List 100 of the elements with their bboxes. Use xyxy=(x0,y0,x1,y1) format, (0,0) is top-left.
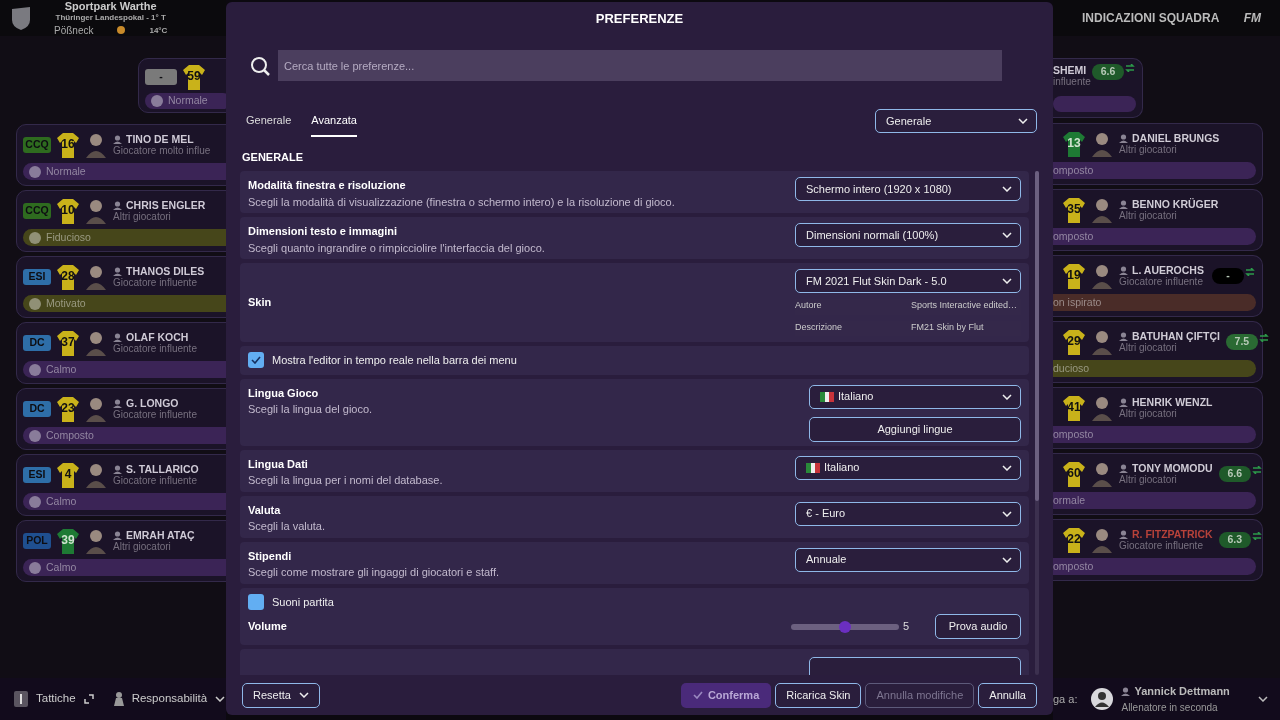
player-role: Altri giocatori xyxy=(113,211,172,224)
person-icon xyxy=(1119,265,1128,275)
jersey: 16 xyxy=(57,132,79,159)
caret-icon xyxy=(1002,510,1012,517)
avatar-icon xyxy=(1091,131,1113,158)
responsibility-button[interactable]: Responsabilità xyxy=(113,690,226,708)
player-role: Altri giocatori xyxy=(1119,408,1178,421)
reset-button[interactable]: Resetta xyxy=(242,682,320,708)
player-name: S. TALLARICO xyxy=(126,463,199,476)
person-icon xyxy=(1119,199,1128,209)
avatar-icon xyxy=(1091,527,1113,554)
dropdown[interactable]: Generale xyxy=(875,109,1037,134)
brand-logo: FM xyxy=(1243,10,1261,27)
jersey: 13 xyxy=(1063,131,1085,158)
position-badge: DC xyxy=(23,401,51,418)
caret-icon xyxy=(1002,556,1012,563)
dropdown[interactable]: € - Euro xyxy=(795,501,1021,526)
report-label: ga a: xyxy=(1053,691,1078,707)
setting-description: Scegli la valuta. xyxy=(248,519,326,534)
avatar-icon xyxy=(1091,688,1114,710)
dialog-button[interactable]: Ricarica Skin xyxy=(775,682,862,708)
person-icon xyxy=(1119,133,1128,143)
setting-title: Stipendi xyxy=(248,548,293,564)
player-role: influente xyxy=(1053,76,1091,88)
dropdown[interactable]: Italiano xyxy=(809,384,1021,409)
position-badge: ESI xyxy=(23,269,51,286)
position-badge: CCQ xyxy=(23,137,51,154)
person-icon xyxy=(1121,687,1131,696)
player-role: Giocatore influente xyxy=(113,277,198,290)
detail-value: FM21 Skin by Flut xyxy=(911,320,984,334)
setting-description: Scegli la lingua per i nomi del database. xyxy=(248,473,443,488)
player-name: THANOS DILES xyxy=(126,265,205,278)
search-field[interactable]: Cerca tutte le preferenze... xyxy=(278,50,1002,81)
jersey: 35 xyxy=(1063,197,1085,224)
person-icon xyxy=(113,266,122,276)
caret-icon xyxy=(1002,464,1012,471)
shield-logo xyxy=(10,6,32,30)
dropdown[interactable]: Dimensioni normali (100%) xyxy=(795,223,1021,247)
checkbox[interactable] xyxy=(248,352,264,369)
city-name: Pößneck xyxy=(54,24,94,36)
detail-label: Descrizione xyxy=(795,320,844,334)
caret-icon xyxy=(1002,232,1012,238)
player-name: SHEMI xyxy=(1053,64,1088,76)
avatar-icon xyxy=(1091,461,1113,488)
tab[interactable]: Avanzata xyxy=(311,106,357,137)
person-icon xyxy=(113,134,122,144)
dialog-title: PREFERENZE xyxy=(595,10,684,29)
player-role: Giocatore influente xyxy=(1119,540,1204,553)
avatar-icon xyxy=(1091,263,1113,290)
mood-icon xyxy=(29,429,41,442)
dropdown[interactable]: FM 2021 Flut Skin Dark - 5.0 xyxy=(795,269,1021,293)
detail-value: Sports Interactive edited… xyxy=(911,299,1018,312)
avatar-icon xyxy=(85,396,107,423)
avatar-icon xyxy=(85,528,107,555)
check-icon xyxy=(251,356,261,365)
mood-icon xyxy=(29,297,41,310)
rating-badge: 6.6 xyxy=(1092,64,1124,80)
person-icon xyxy=(113,332,122,342)
tactics-button[interactable]: Tattiche xyxy=(14,690,94,708)
position-badge: POL xyxy=(23,533,51,550)
mood-label: omposto xyxy=(1053,162,1094,178)
mood-label: ormale xyxy=(1053,492,1086,508)
staff-icon xyxy=(113,692,124,706)
avatar-icon xyxy=(1091,329,1113,356)
dropdown[interactable]: Italiano xyxy=(795,455,1021,480)
mood-label: Calmo xyxy=(46,361,77,377)
mood-label: on ispirato xyxy=(1053,294,1102,310)
player-name: TONY MOMODU xyxy=(1132,462,1213,475)
avatar-icon xyxy=(1091,197,1113,224)
check-icon xyxy=(692,691,703,699)
setting-title: Volume xyxy=(248,619,287,635)
mood-label: Composto xyxy=(46,427,94,443)
jersey: 41 xyxy=(1063,395,1085,422)
checkbox-label: Suoni partita xyxy=(272,594,334,610)
setting-title: Lingua Gioco xyxy=(248,385,320,401)
person-icon xyxy=(113,398,122,408)
setting-title: Valuta xyxy=(248,502,282,518)
mood-label: omposto xyxy=(1053,426,1094,442)
player-name: G. LONGO xyxy=(126,397,179,410)
jersey: 10 xyxy=(57,198,79,225)
checkbox[interactable] xyxy=(248,593,264,610)
dropdown[interactable]: Annuale xyxy=(795,547,1021,572)
slider-thumb[interactable] xyxy=(838,620,851,633)
add-languages-button[interactable]: Aggiungi lingue xyxy=(809,416,1021,442)
jersey: 22 xyxy=(1063,527,1085,554)
slider-value: 5 xyxy=(902,619,909,635)
position-badge: DC xyxy=(23,335,51,352)
caret-icon[interactable] xyxy=(1258,696,1268,702)
tab[interactable]: Generale xyxy=(246,106,292,137)
dialog-button[interactable]: Annulla xyxy=(978,682,1037,708)
position-badge: - xyxy=(145,69,177,85)
avatar-icon xyxy=(85,132,107,159)
player-name: L. AUEROCHS xyxy=(1132,264,1204,277)
test-audio-button[interactable]: Prova audio xyxy=(935,614,1021,639)
dropdown[interactable]: Schermo intero (1920 x 1080) xyxy=(795,177,1021,201)
player-name: EMRAH ATAÇ xyxy=(126,529,195,542)
confirm-button[interactable]: Conferma xyxy=(680,682,772,708)
player-name: BENNO KRÜGER xyxy=(1132,198,1219,211)
mood-icon xyxy=(29,363,41,376)
player-role: Altri giocatori xyxy=(1119,144,1178,157)
